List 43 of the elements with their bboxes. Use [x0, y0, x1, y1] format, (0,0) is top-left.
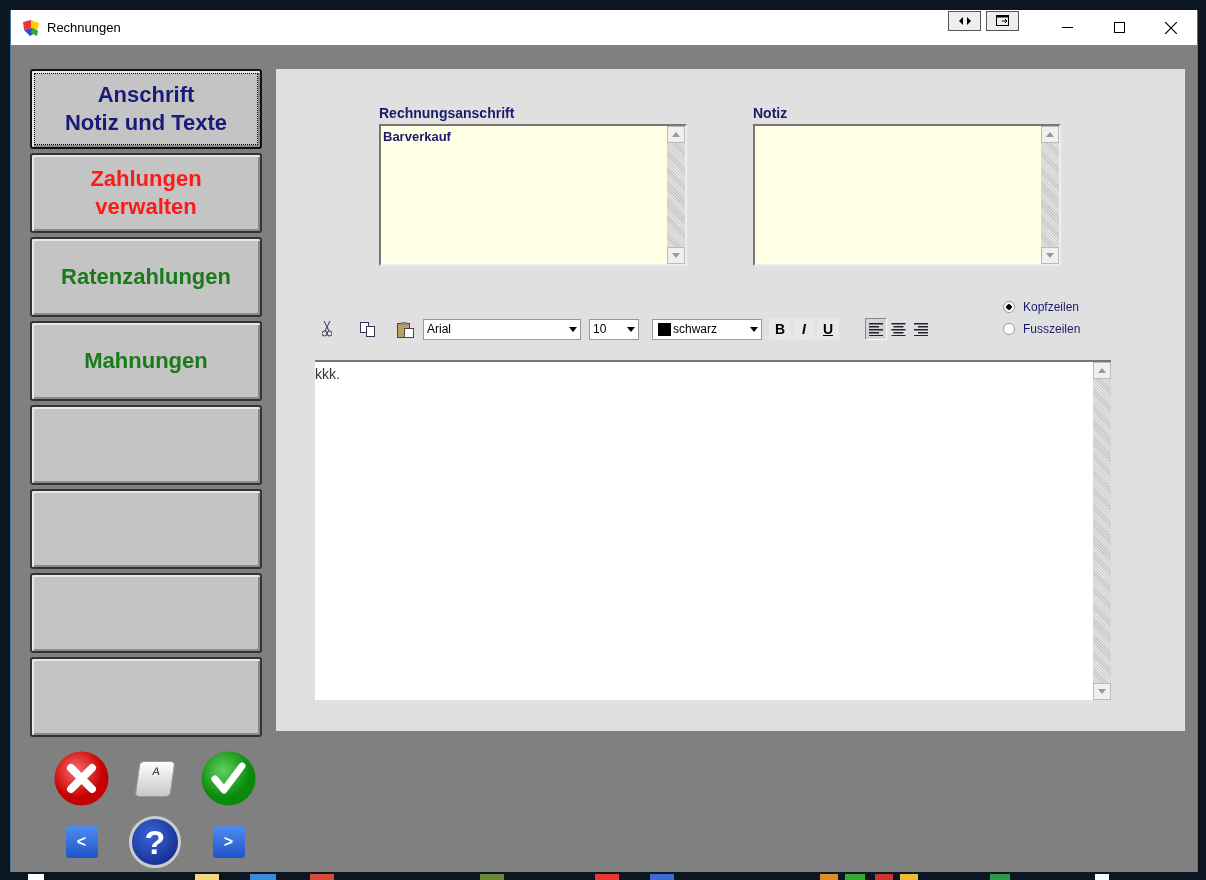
- radio-indicator[interactable]: [1003, 301, 1015, 313]
- previous-button[interactable]: <: [65, 826, 98, 858]
- underline-button[interactable]: U: [817, 318, 839, 340]
- note-field[interactable]: [753, 124, 1061, 266]
- nav-button[interactable]: [30, 657, 262, 737]
- field-label: Notiz: [753, 105, 789, 121]
- nav-button[interactable]: [30, 489, 262, 569]
- copy-icon: [359, 321, 375, 337]
- cancel-icon[interactable]: [54, 751, 109, 806]
- help-button[interactable]: ?: [129, 816, 181, 868]
- window-title: Rechnungen: [47, 20, 122, 35]
- italic-button[interactable]: I: [793, 318, 815, 340]
- address-field[interactable]: Barverkauf: [379, 124, 687, 266]
- left-right-arrows-icon: [958, 16, 971, 25]
- field-label: Rechnungsanschrift: [379, 105, 516, 121]
- window-icon: [996, 15, 1009, 26]
- color-select[interactable]: schwarz: [652, 318, 762, 340]
- align-left-button[interactable]: [865, 318, 887, 340]
- text-editor[interactable]: kkk.: [315, 360, 1111, 700]
- nav-button[interactable]: [30, 405, 262, 485]
- color-swatch: [658, 322, 671, 336]
- radio-indicator[interactable]: [1003, 323, 1015, 335]
- maximize-icon: [1113, 22, 1125, 33]
- confirm-icon[interactable]: [201, 751, 256, 806]
- radio-option[interactable]: Fusszeilen: [1003, 322, 1081, 336]
- next-button[interactable]: >: [212, 826, 245, 858]
- scissors-icon: [322, 321, 332, 337]
- size-select[interactable]: 10: [589, 318, 639, 340]
- resize-button[interactable]: [948, 10, 981, 31]
- clipboard-icon: [396, 320, 414, 338]
- caret-icon: [627, 326, 635, 332]
- caret-icon: [569, 326, 577, 332]
- close-icon: [1165, 21, 1177, 34]
- radio-option[interactable]: Kopfzeilen: [1003, 300, 1081, 314]
- minimize-icon: [1061, 27, 1073, 28]
- caret-icon: [750, 326, 758, 332]
- keyboard-key-icon[interactable]: A: [134, 760, 176, 797]
- bold-button[interactable]: B: [769, 318, 791, 340]
- app-icon: [22, 18, 40, 37]
- font-select[interactable]: Arial: [423, 318, 581, 340]
- window-mode-button[interactable]: [986, 10, 1019, 31]
- nav-button[interactable]: [30, 573, 262, 653]
- nav-button[interactable]: Anschrift Notiz und Texte: [30, 69, 262, 149]
